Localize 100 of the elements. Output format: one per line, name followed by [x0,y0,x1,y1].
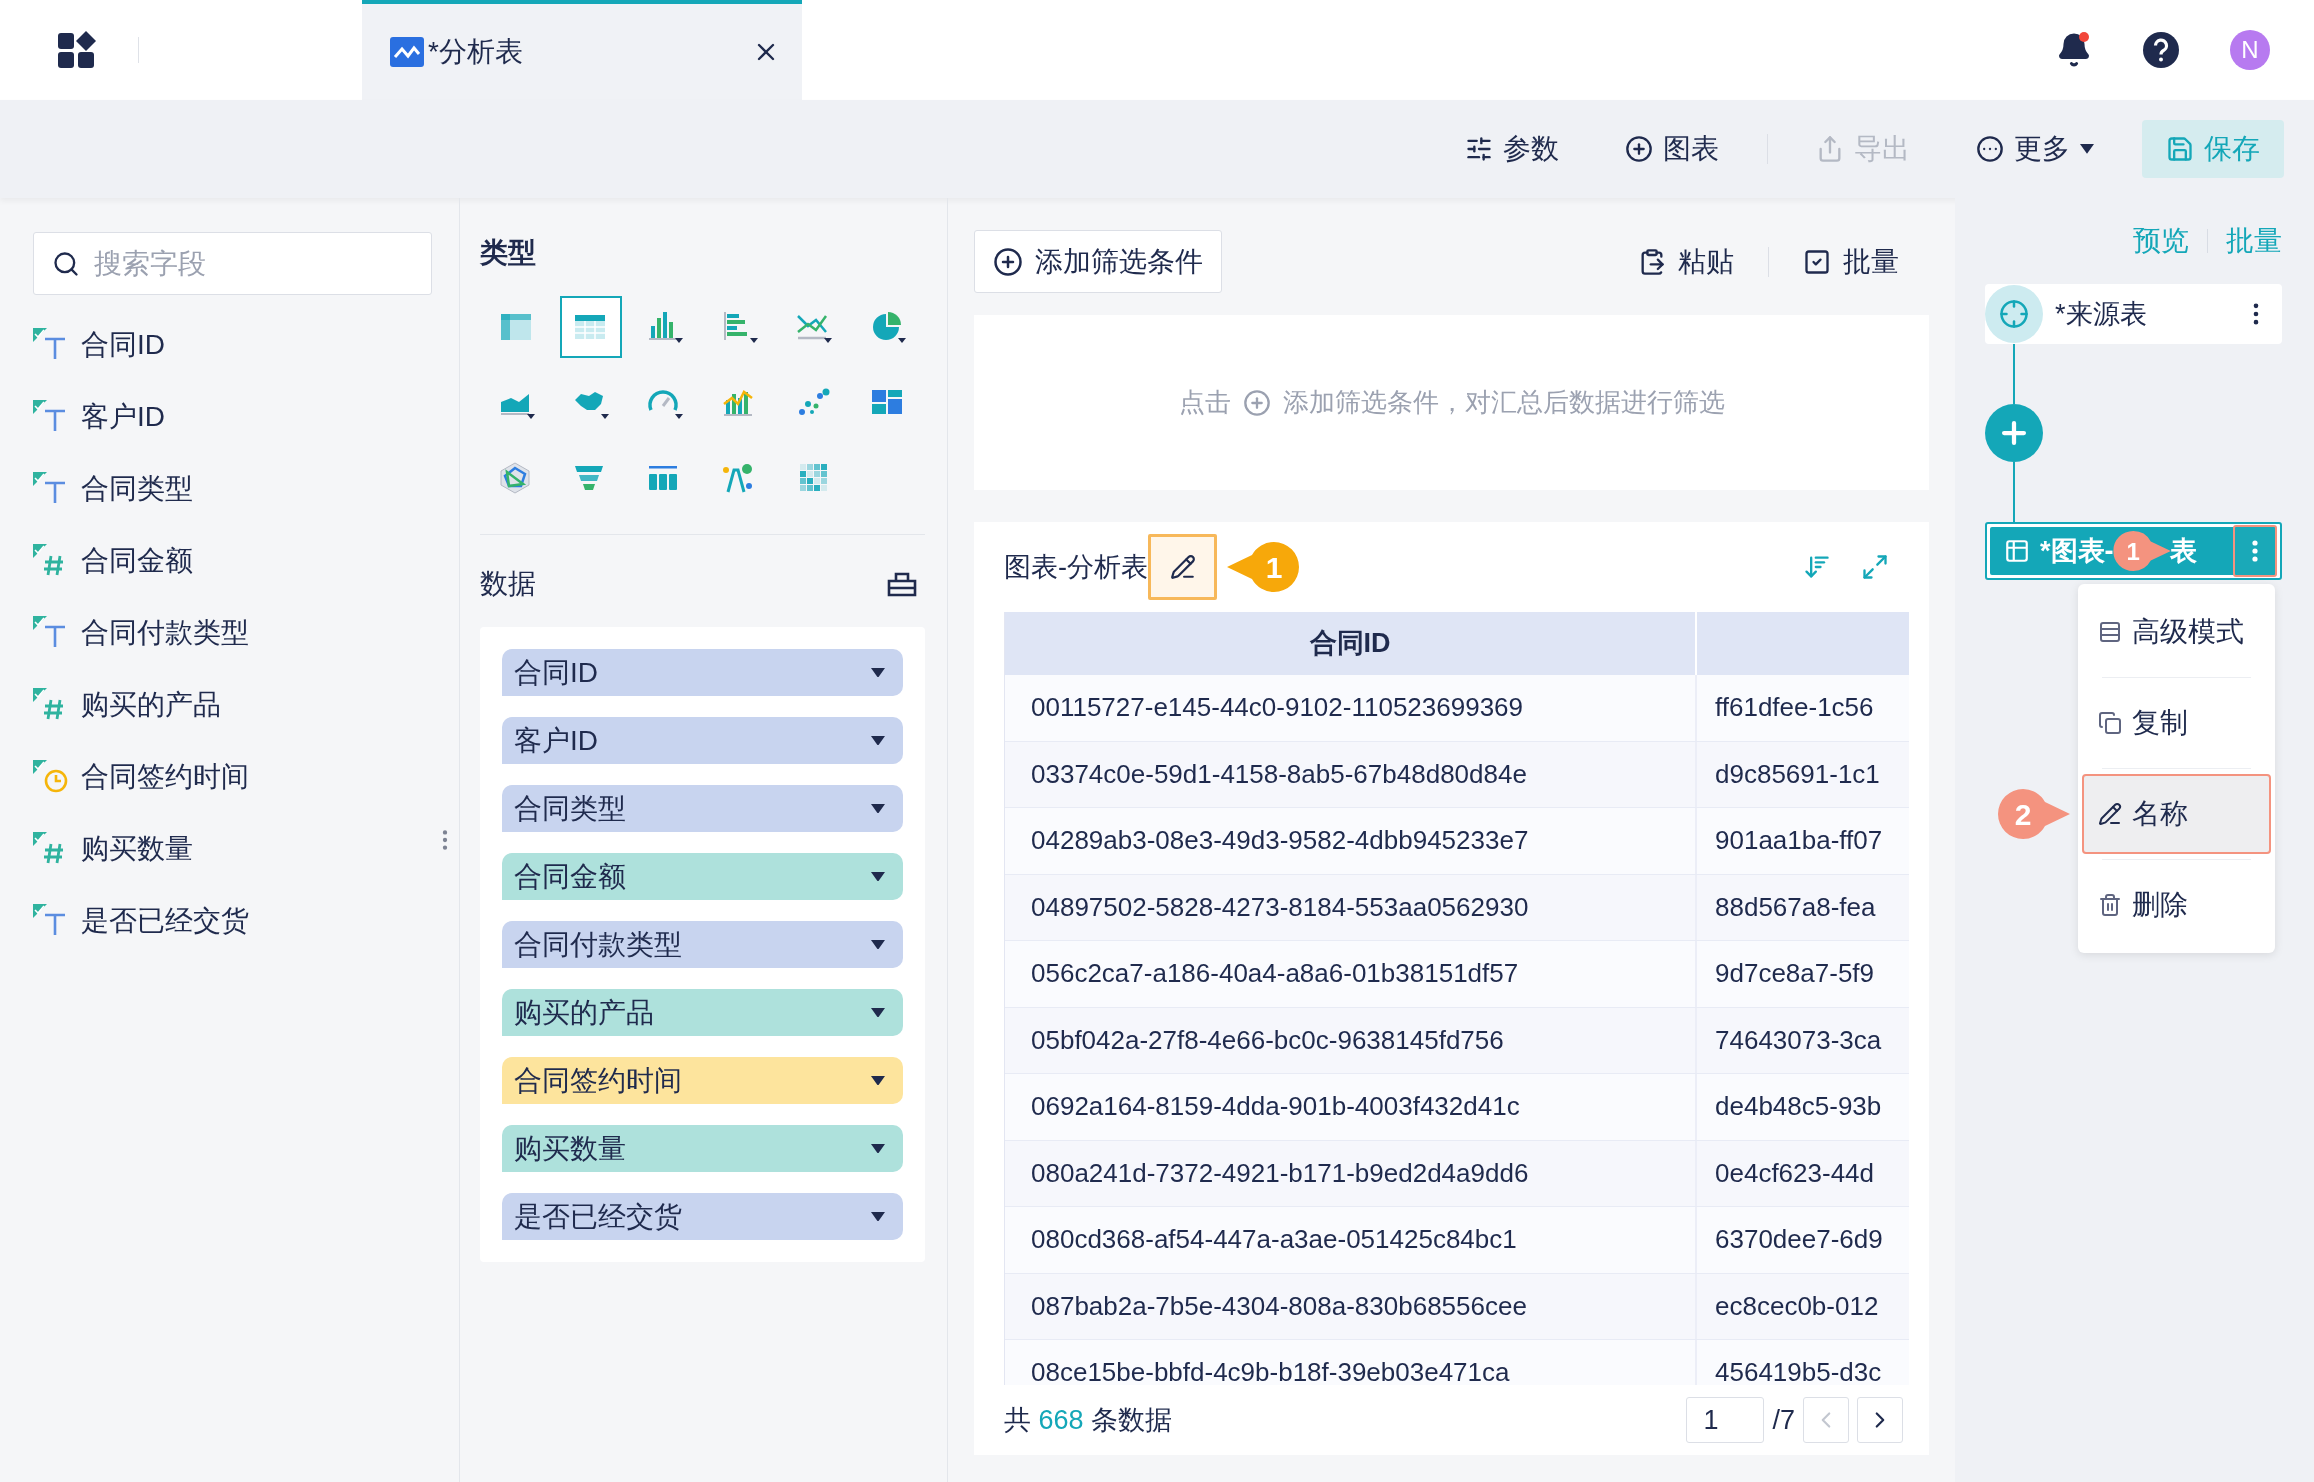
caret-icon [871,1143,885,1154]
data-field-pill[interactable]: 客户ID [502,717,903,764]
data-field-pill[interactable]: 合同类型 [502,785,903,832]
toolbar-button[interactable]: 更多 [1958,120,2112,178]
rows-icon [2098,620,2122,644]
step-callout: 1 [1227,542,1299,592]
hint-text: 添加筛选条件，对汇总后数据进行筛选 [1282,386,1725,419]
field-item[interactable]: 购买的产品 [33,669,432,741]
caret-icon [871,871,885,882]
help-icon[interactable] [2142,31,2180,69]
toolbar-button[interactable]: 图表 [1607,120,1737,178]
sliders-icon [1465,135,1493,163]
document-tab[interactable]: *分析表 [362,0,802,100]
next-page-button[interactable] [1857,1397,1903,1443]
table-cell: 04289ab3-08e3-49d3-9582-4dbb945233e7 [1005,808,1697,874]
node-menu-button[interactable] [2233,525,2277,577]
caret-icon [871,1007,885,1018]
page-input[interactable]: 1 [1686,1397,1765,1443]
data-field-pill[interactable]: 购买的产品 [502,989,903,1036]
rename-button[interactable] [1148,534,1217,600]
table-cell-text: ff61dfee-1c56 [1714,691,1875,725]
menu-item[interactable]: 复制 [2082,683,2271,763]
table-cell: 056c2ca7-a186-40a4-a8a6-01b38151df57 [1005,941,1697,1007]
table-cell-text: 6370dee7-6d9 [1714,1223,1884,1257]
field-item[interactable]: 合同ID [33,309,432,381]
data-field-pill[interactable]: 合同签约时间 [502,1057,903,1104]
hint-text: 点击 [1178,386,1231,419]
table-cell-text: 901aa1ba-ff07 [1714,824,1884,858]
field-item[interactable]: 客户ID [33,381,432,453]
plus-circle-icon [1242,388,1271,417]
field-item[interactable]: 合同金额 [33,525,432,597]
plus-circle-icon [993,246,1023,277]
flow-node[interactable]: *来源表 [1985,284,2282,344]
notification-button[interactable] [2056,32,2092,68]
table-cell: 0692a164-8159-4dda-901b-4003f432d41c [1005,1074,1697,1140]
chart-title: 图表-分析表 [1004,550,1148,584]
search-input[interactable]: 搜索字段 [94,242,394,285]
trash-icon [2098,893,2122,917]
paste-button[interactable]: 粘贴 [1638,240,1734,283]
section-title: 数据 [480,567,536,601]
caret-icon [871,803,885,814]
table-cell-text: 456419b5-d3c [1714,1356,1883,1385]
expand-icon[interactable] [1861,553,1889,581]
table-cell-text: d9c85691-1c1 [1714,757,1881,791]
table-cell-text: ec8cec0b-012 [1714,1289,1880,1323]
field-item[interactable]: 合同类型 [33,453,432,525]
table-cell: 00115727-e145-44c0-9102-110523699369 [1005,675,1697,741]
field-item[interactable]: 是否已经交货 [33,885,432,957]
checkbox-icon [1803,247,1831,276]
analysis-icon [390,37,424,67]
chart-type-option[interactable] [560,296,623,358]
table-cell-text: de4b48c5-93b [1714,1090,1883,1124]
table-cell: 080cd368-af54-447a-a3ae-051425c84bc1 [1005,1207,1697,1273]
menu-item[interactable]: 名称 [2082,774,2271,854]
data-field-pill[interactable]: 是否已经交货 [502,1193,903,1240]
tab-title: *分析表 [428,35,523,69]
data-field-pill[interactable]: 合同付款类型 [502,921,903,968]
plus-circle-icon [1625,135,1653,163]
caret-icon [871,939,885,950]
menu-item[interactable]: 高级模式 [2082,592,2271,672]
more-icon [1976,135,2004,163]
crosshair-icon [1999,299,2029,329]
table-icon [2004,538,2030,564]
pencil-icon [1169,554,1196,580]
batch-button[interactable]: 批量 [1803,240,1899,283]
copy-icon [2098,711,2122,735]
data-field-pill[interactable]: 合同金额 [502,853,903,900]
more-icon [2252,540,2258,562]
toolbar-button[interactable]: 参数 [1447,120,1577,178]
field-item[interactable]: 合同签约时间 [33,741,432,813]
apps-icon[interactable] [58,31,96,69]
step-callout: 1 [2112,531,2171,571]
node-title: 表 [2169,534,2197,568]
data-field-pill[interactable]: 合同ID [502,649,903,696]
add-node-button[interactable] [1985,404,2043,462]
bell-icon [2056,32,2092,68]
node-title: *来源表 [2055,297,2148,331]
table-cell-text: 0e4cf623-44d [1714,1156,1876,1190]
table-cell-text: 74643073-3ca [1714,1023,1883,1057]
step-callout: 2 [1998,789,2070,839]
field-item[interactable]: 购买数量 [33,813,432,885]
field-item[interactable]: 合同付款类型 [33,597,432,669]
caret-icon [871,667,885,678]
table-cell-text: 9d7ce8a7-5f9 [1714,957,1876,991]
section-title: 类型 [480,236,537,270]
caret-icon [871,735,885,746]
record-count: 共 668 条数据 [1004,1403,1173,1437]
search-icon [52,249,80,278]
save-icon [2166,135,2194,163]
table-cell-text: 88d567a8-fea [1714,890,1877,924]
node-title: *图表- [2040,534,2114,568]
caret-icon [871,1211,885,1222]
caret-icon [871,1075,885,1086]
page-total: /7 [1772,1403,1795,1437]
caret-icon [2080,144,2094,154]
menu-item[interactable]: 删除 [2082,865,2271,945]
table-cell: 08ce15be-bbfd-4c9b-b18f-39eb03e471ca [1005,1340,1697,1385]
search-field[interactable]: 搜索字段 [33,232,432,295]
data-field-pill[interactable]: 购买数量 [502,1125,903,1172]
add-filter-button[interactable]: 添加筛选条件 [974,230,1222,293]
